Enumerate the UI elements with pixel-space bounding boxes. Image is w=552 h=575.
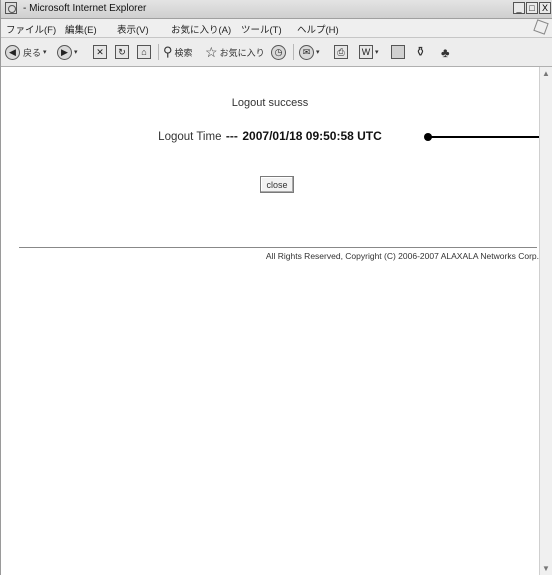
toolbar-divider [293, 44, 294, 60]
back-dropdown-icon: ▾ [43, 49, 47, 56]
refresh-icon: ↻ [115, 45, 129, 59]
copyright-text: All Rights Reserved, Copyright (C) 2006-… [265, 251, 539, 261]
maximize-button[interactable]: □ [526, 2, 538, 14]
browser-window: - Microsoft Internet Explorer _ □ X ファイル… [0, 0, 552, 575]
ie-app-icon[interactable] [5, 2, 17, 14]
logout-time-separator: --- [225, 129, 238, 143]
print-icon: ⎙ [334, 45, 348, 59]
menu-bar: ファイル(F) 編集(E) 表示(V) お気に入り(A) ツール(T) ヘルプ(… [1, 19, 552, 38]
window-title: - Microsoft Internet Explorer [23, 3, 147, 14]
stop-button[interactable]: ✕ [93, 43, 107, 61]
page-content: Logout success Logout Time --- 2007/01/1… [1, 67, 539, 575]
mail-dropdown-icon: ▾ [316, 49, 320, 56]
home-icon: ⌂ [137, 45, 151, 59]
toolbar-divider [158, 44, 159, 60]
refresh-button[interactable]: ↻ [115, 43, 129, 61]
back-button[interactable]: ◀ 戻る ▾ [5, 43, 47, 61]
edit-button[interactable]: W ▾ [359, 43, 379, 61]
divider-line [19, 247, 537, 248]
scroll-up-arrow-icon[interactable]: ▲ [542, 69, 550, 78]
menu-tools[interactable]: ツール(T) [241, 22, 282, 36]
scroll-down-arrow-icon[interactable]: ▼ [542, 564, 550, 573]
discuss-button[interactable] [391, 43, 405, 61]
search-button[interactable]: ⚲ 検索 [163, 43, 193, 61]
print-button[interactable]: ⎙ [334, 43, 348, 61]
history-button[interactable]: ◷ [271, 43, 286, 61]
callout-dot [424, 133, 432, 141]
messenger-icon: ♣ [441, 44, 450, 60]
forward-button[interactable]: ▶ ▾ [57, 43, 78, 61]
messenger-button[interactable]: ♣ [441, 43, 450, 61]
toolbar: ◀ 戻る ▾ ▶ ▾ ✕ ↻ ⌂ ⚲ 検索 ☆ お気に入り ◷ ✉ ▾ ⎙ W … [1, 38, 552, 67]
research-icon: ⚱ [415, 44, 426, 59]
close-window-button[interactable]: X [539, 2, 551, 14]
search-label: 検索 [174, 47, 193, 58]
favorites-label: お気に入り [219, 47, 265, 58]
forward-arrow-icon: ▶ [57, 44, 72, 60]
edit-dropdown-icon: ▾ [375, 49, 379, 56]
logout-time-value: 2007/01/18 09:50:58 UTC [242, 129, 382, 143]
stop-icon: ✕ [93, 45, 107, 59]
menu-view[interactable]: 表示(V) [117, 22, 149, 36]
logout-message: Logout success [231, 97, 309, 109]
menu-file[interactable]: ファイル(F) [6, 22, 56, 36]
home-button[interactable]: ⌂ [137, 43, 151, 61]
mail-button[interactable]: ✉ ▾ [299, 43, 320, 61]
edit-icon: W [359, 45, 373, 59]
history-icon: ◷ [271, 44, 286, 60]
back-label: 戻る [23, 47, 42, 58]
window-controls: _ □ X [513, 2, 551, 14]
back-arrow-icon: ◀ [5, 44, 20, 60]
menu-edit[interactable]: 編集(E) [65, 22, 97, 36]
research-button[interactable]: ⚱ [415, 43, 426, 61]
close-button[interactable]: close [260, 176, 294, 193]
logout-time-label: Logout Time [158, 131, 222, 143]
vertical-scrollbar[interactable]: ▲ ▼ [539, 67, 552, 575]
menu-favorites[interactable]: お気に入り(A) [171, 22, 231, 36]
title-bar: - Microsoft Internet Explorer _ □ X [1, 0, 552, 19]
menu-help[interactable]: ヘルプ(H) [297, 22, 339, 36]
search-icon: ⚲ [163, 44, 173, 59]
favorites-star-icon: ☆ [205, 43, 218, 60]
windows-logo-icon [533, 19, 549, 35]
favorites-button[interactable]: ☆ お気に入り [205, 43, 265, 61]
callout-line [429, 136, 552, 138]
discuss-icon [391, 45, 405, 59]
forward-dropdown-icon: ▾ [74, 49, 78, 56]
mail-icon: ✉ [299, 44, 314, 60]
minimize-button[interactable]: _ [513, 2, 525, 14]
